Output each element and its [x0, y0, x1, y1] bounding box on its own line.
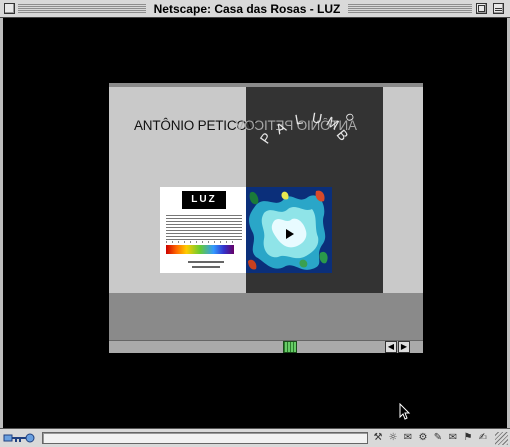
movie-panel-right [383, 87, 423, 293]
progress-bar [42, 432, 368, 444]
component-bar: ⚒ ☼ ✉ ⚙ ✎ ✉ ⚑ ✍ [371, 431, 490, 446]
luz-card[interactable]: LUZ [160, 187, 246, 273]
movie-scrollbar[interactable]: ◀ ▶ [109, 340, 423, 353]
card-dots [166, 241, 234, 243]
status-bar: ⚒ ☼ ✉ ⚙ ✎ ✉ ⚑ ✍ [0, 428, 510, 447]
card-credit [192, 266, 220, 268]
mouse-pointer-icon [399, 403, 411, 420]
collapse-icon[interactable] [493, 3, 504, 14]
window-title-bar[interactable]: Netscape: Casa das Rosas - LUZ [0, 0, 510, 18]
zoom-icon[interactable] [476, 3, 487, 14]
arrow-left-icon[interactable]: ◀ [385, 341, 397, 353]
flash-movie[interactable]: ANTÔNIO PETICOV ANTÔNIO PETICOV P A L U … [109, 83, 423, 353]
tool-icon[interactable]: ⚒ [371, 431, 385, 445]
color-spectrum [166, 245, 234, 254]
inbox-icon[interactable]: ✉ [446, 431, 460, 445]
scroll-thumb[interactable] [283, 341, 297, 353]
title-bar-stripes [18, 3, 146, 14]
settings-icon[interactable]: ⚙ [416, 431, 430, 445]
flag-icon[interactable]: ⚑ [461, 431, 475, 445]
movie-lower-area [109, 293, 423, 341]
navigator-icon[interactable]: ☼ [386, 431, 400, 445]
close-icon[interactable] [4, 3, 15, 14]
card-title: LUZ [182, 191, 226, 209]
card-credit [188, 261, 224, 263]
artwork-graphic [246, 187, 332, 273]
arrow-right-icon[interactable]: ▶ [398, 341, 410, 353]
card-fine-print [166, 215, 242, 241]
resize-grip-icon[interactable] [495, 432, 508, 445]
edit-icon[interactable]: ✍ [476, 431, 490, 445]
security-key-icon[interactable] [3, 431, 37, 445]
artwork-image[interactable] [246, 187, 332, 273]
window-title: Netscape: Casa das Rosas - LUZ [146, 1, 348, 17]
composer-icon[interactable]: ✎ [431, 431, 445, 445]
title-bar-stripes [348, 3, 472, 14]
mail-icon[interactable]: ✉ [401, 431, 415, 445]
